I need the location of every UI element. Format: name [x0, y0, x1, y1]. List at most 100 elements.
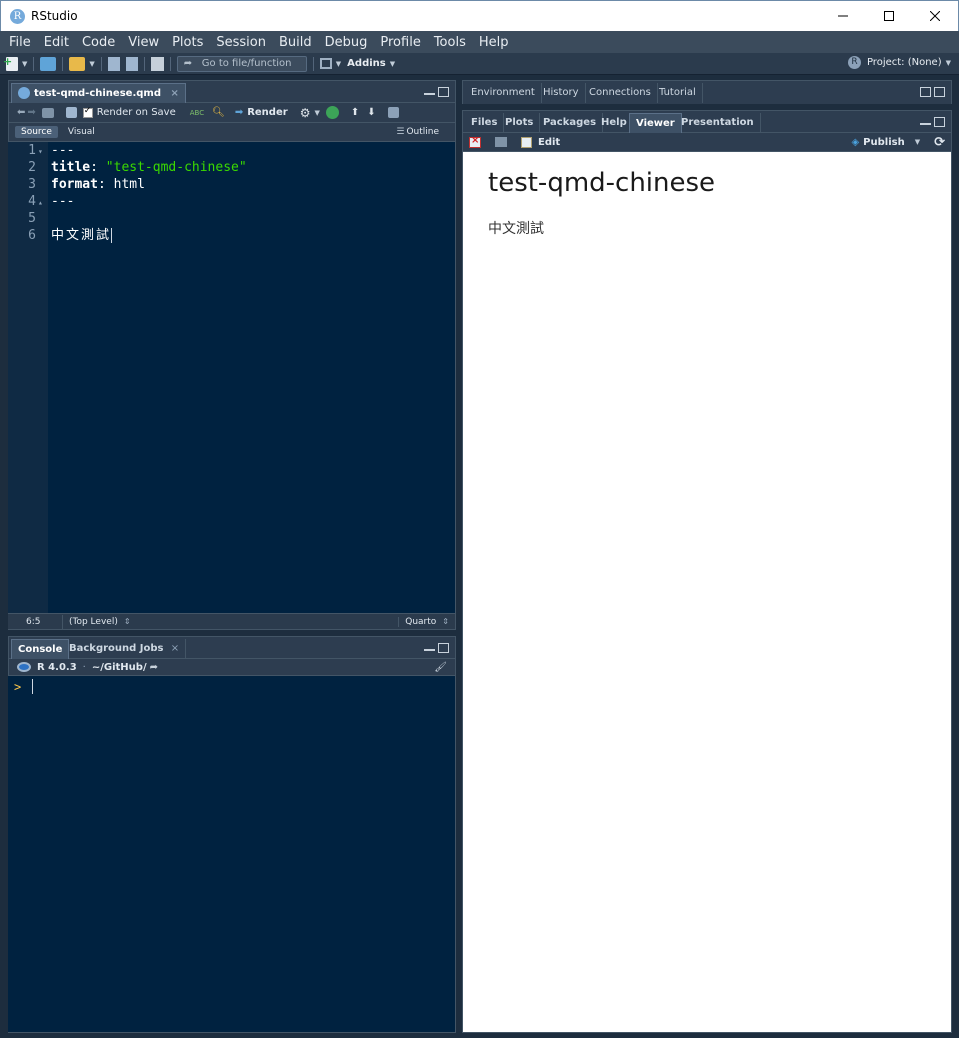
tab-help[interactable]: Help [595, 113, 634, 133]
tab-background-jobs[interactable]: Background Jobs × [63, 639, 187, 659]
menu-build[interactable]: Build [279, 35, 312, 50]
edit-icon[interactable] [521, 136, 532, 148]
addins-dropdown-icon[interactable]: ▼ [390, 60, 395, 68]
find-replace-icon[interactable]: 🔍︎ [212, 107, 225, 118]
mode-tab-source[interactable]: Source [15, 126, 58, 138]
save-all-icon[interactable] [125, 56, 138, 71]
spellcheck-icon[interactable]: ABC [190, 109, 204, 117]
refresh-icon[interactable]: ⟳ [934, 135, 945, 150]
outline-button[interactable]: Outline [406, 127, 439, 137]
menu-debug[interactable]: Debug [325, 35, 368, 50]
project-icon: R [847, 56, 861, 69]
clear-console-icon[interactable]: 🖌︎ [434, 662, 447, 673]
menu-profile[interactable]: Profile [380, 35, 420, 50]
publish-dropdown-icon[interactable]: ▼ [915, 138, 920, 146]
close-tab-icon[interactable]: × [170, 88, 178, 99]
open-file-dropdown-icon[interactable]: ▼ [89, 60, 94, 68]
tab-connections[interactable]: Connections [583, 83, 658, 103]
addins-button[interactable]: Addins [347, 58, 386, 69]
workspace-panes-dropdown-icon[interactable]: ▼ [336, 60, 341, 68]
publish-icon[interactable]: ◈ [851, 137, 859, 148]
close-window-button[interactable] [912, 1, 958, 31]
maximize-pane-icon[interactable] [438, 643, 449, 653]
tab-tutorial[interactable]: Tutorial [653, 83, 703, 103]
fold-up-icon[interactable]: ▴ [38, 194, 43, 211]
edit-button[interactable]: Edit [538, 137, 560, 148]
minimize-pane-icon[interactable] [920, 123, 931, 127]
minimize-pane-icon[interactable] [424, 93, 435, 97]
toolbar-separator [100, 56, 102, 71]
source-toolbar: ⬅ ➡ ✓ Render on Save ABC 🔍︎ ➡ Render ⚙ ▼… [9, 103, 455, 123]
menu-view[interactable]: View [128, 35, 159, 50]
menu-plots[interactable]: Plots [172, 35, 203, 50]
save-icon[interactable] [107, 56, 120, 71]
tab-test-qmd-chinese[interactable]: test-qmd-chinese.qmd × [11, 83, 186, 103]
cursor-position: 6:5 [26, 616, 41, 627]
yaml-key: title [51, 160, 91, 175]
menu-file[interactable]: File [9, 35, 31, 50]
new-project-icon[interactable] [40, 56, 57, 71]
restore-pane-icon[interactable] [934, 117, 945, 127]
back-arrow-icon[interactable]: ⬅ [17, 107, 25, 118]
forward-arrow-icon[interactable]: ➡ [27, 107, 35, 118]
goto-file-function-input[interactable]: ➦ Go to file/function [176, 55, 307, 72]
project-menu[interactable]: R Project: (None) ▼ [847, 56, 951, 69]
tab-packages[interactable]: Packages [537, 113, 604, 133]
menu-session[interactable]: Session [216, 35, 266, 50]
outline-icon[interactable]: ☰ [396, 127, 404, 137]
editor-status-bar: 6:5 (Top Level) ⇕ Quarto ⇕ [8, 613, 455, 629]
working-directory[interactable]: ~/GitHub/ [92, 662, 147, 673]
tab-console[interactable]: Console [11, 639, 70, 659]
render-icon[interactable]: ➡ [235, 107, 243, 118]
run-chunk-icon[interactable] [387, 107, 399, 118]
restore-pane-icon[interactable] [920, 87, 931, 97]
maximize-pane-icon[interactable] [934, 87, 945, 97]
scope-selector[interactable]: (Top Level) [69, 617, 118, 627]
source-mode-bar: Source Visual ☰ Outline [9, 123, 455, 142]
menu-edit[interactable]: Edit [44, 35, 69, 50]
go-to-directory-icon[interactable]: ➦ [150, 662, 158, 673]
console-prompt: > [14, 680, 22, 694]
console-output[interactable]: > [8, 676, 455, 1032]
go-up-arrow-icon[interactable]: ⬆ [351, 107, 359, 118]
new-file-icon[interactable]: + [3, 55, 18, 71]
close-tab-icon[interactable]: × [171, 643, 179, 654]
clear-viewer-icon[interactable]: × [469, 135, 481, 148]
fold-down-icon[interactable]: ▾ [38, 143, 43, 160]
publish-button[interactable]: Publish [863, 137, 905, 148]
maximize-button[interactable] [866, 1, 912, 31]
render-on-save-checkbox[interactable]: ✓ [82, 106, 93, 118]
tab-environment[interactable]: Environment [465, 83, 542, 103]
file-type-dropdown-icon[interactable]: ⇕ [442, 617, 449, 626]
render-button[interactable]: Render [247, 107, 287, 118]
menu-help[interactable]: Help [479, 35, 509, 50]
tab-presentation[interactable]: Presentation [675, 113, 761, 133]
tab-label: Background Jobs [69, 643, 164, 654]
scope-dropdown-icon[interactable]: ⇕ [124, 617, 131, 626]
tab-plots[interactable]: Plots [499, 113, 541, 133]
print-icon[interactable] [150, 56, 164, 71]
go-down-arrow-icon[interactable]: ⬇ [367, 107, 375, 118]
save-doc-icon[interactable] [65, 107, 77, 118]
viewer-tabstrip: Files Plots Packages Help Viewer Present… [463, 111, 951, 133]
code-editor[interactable]: 1 ▾ --- 2 title: "test-qmd-chinese" 3 fo… [8, 142, 455, 613]
tab-history[interactable]: History [537, 83, 586, 103]
new-file-dropdown-icon[interactable]: ▼ [22, 60, 27, 68]
toolbar-separator [33, 56, 35, 71]
settings-dropdown-icon[interactable]: ▼ [314, 109, 319, 117]
minimize-pane-icon[interactable] [424, 649, 435, 653]
insert-chunk-icon[interactable] [325, 106, 339, 119]
minimize-button[interactable] [820, 1, 866, 31]
open-file-icon[interactable] [69, 56, 86, 71]
maximize-pane-icon[interactable] [438, 87, 449, 97]
tab-viewer[interactable]: Viewer [629, 113, 682, 133]
text-cursor [111, 228, 113, 243]
workspace-panes-icon[interactable] [319, 58, 332, 69]
menu-code[interactable]: Code [82, 35, 115, 50]
menu-tools[interactable]: Tools [434, 35, 466, 50]
show-in-window-icon[interactable] [41, 107, 54, 118]
mode-tab-visual[interactable]: Visual [62, 126, 101, 138]
file-type-selector[interactable]: Quarto [398, 616, 436, 627]
settings-gear-icon[interactable]: ⚙ [300, 106, 311, 120]
show-in-window-icon[interactable] [495, 137, 507, 147]
